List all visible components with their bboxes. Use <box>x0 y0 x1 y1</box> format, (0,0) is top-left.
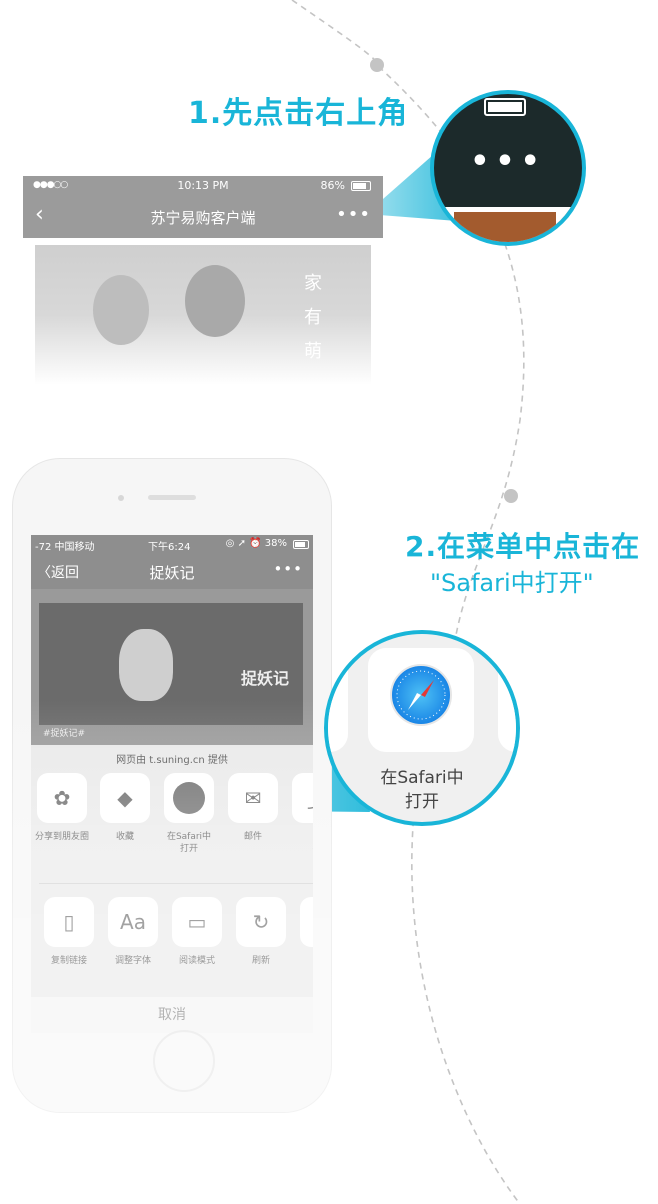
divider <box>39 883 313 884</box>
page-content: 捉妖记 #捉妖记# <box>31 589 313 745</box>
safari-compass-icon <box>173 782 205 814</box>
favorite-cube-icon: ◆ <box>117 786 133 810</box>
document-icon: ▯ <box>63 910 75 934</box>
photo-figure <box>185 265 245 337</box>
step2-subtitle: "Safari中打开" <box>430 569 594 597</box>
phone-mockup: -72 中国移动 下午6:24 ◎ ➚ ⏰ 38% 〈返回 捉妖记 ••• 捉妖… <box>12 458 332 1113</box>
adjacent-tile <box>498 648 516 752</box>
poster-logo: 捉妖记 <box>240 669 289 688</box>
action-mail[interactable]: ✉ 邮件 <box>223 773 283 843</box>
action-share-more[interactable]: ⤴ 分 手 <box>287 773 313 855</box>
step2-title: 2.在菜单中点击在 <box>405 530 641 563</box>
step1-title: 1.先点击右上角 <box>188 96 409 131</box>
action-share-moments[interactable]: ✿ 分享到朋友圈 <box>32 773 92 843</box>
battery-percent: 86% <box>320 179 345 192</box>
nav-bar: 〈返回 捉妖记 ••• <box>31 553 313 589</box>
zoom-image-edge <box>454 212 556 242</box>
path-node <box>370 58 384 72</box>
book-icon: ▭ <box>187 910 207 934</box>
status-icons: ◎ ➚ ⏰ 38% <box>225 538 287 549</box>
phone-screen: -72 中国移动 下午6:24 ◎ ➚ ⏰ 38% 〈返回 捉妖记 ••• 捉妖… <box>31 535 313 1033</box>
nav-title: 捉妖记 <box>149 564 195 582</box>
share-icon: ⤴ <box>307 784 313 813</box>
more-button[interactable]: ••• <box>434 144 582 179</box>
battery-icon <box>293 540 309 549</box>
zoom-circle-safari: 在Safari中 打开 <box>324 630 520 826</box>
moments-icon: ✿ <box>53 786 71 810</box>
path-node <box>504 489 518 503</box>
more-button[interactable]: ••• <box>336 204 371 225</box>
cancel-button[interactable]: 取消 <box>31 997 313 1033</box>
safari-compass-icon <box>390 664 452 726</box>
action-more-tools[interactable]: ⁄ <box>295 897 313 947</box>
provider-label: 网页由 t.suning.cn 提供 <box>116 755 228 766</box>
action-font-size[interactable]: Aa 调整字体 <box>103 897 163 967</box>
hashtag: #捉妖记# <box>43 729 86 739</box>
banner-photo: 家 有 萌 <box>35 245 371 385</box>
photo-vertical-text: 家 有 萌 <box>304 273 322 362</box>
status-bar: ●●●○○ 10:13 PM 86% <box>23 176 383 194</box>
action-favorite[interactable]: ◆ 收藏 <box>95 773 155 843</box>
action-copy-link[interactable]: ▯ 复制链接 <box>39 897 99 967</box>
camera-dot <box>118 495 124 501</box>
zoom-circle-more: ••• <box>430 90 586 246</box>
battery-icon <box>351 181 371 191</box>
battery-icon <box>484 98 526 116</box>
nav-bar: ‹ 苏宁易购客户端 ••• <box>23 196 383 238</box>
movie-poster: 捉妖记 <box>39 603 303 725</box>
action-reader-mode[interactable]: ▭ 阅读模式 <box>167 897 227 967</box>
home-button[interactable] <box>153 1030 215 1092</box>
more-button[interactable]: ••• <box>273 560 303 578</box>
adjacent-tile <box>328 648 348 752</box>
safari-label: 在Safari中 打开 <box>380 768 464 812</box>
nav-title: 苏宁易购客户端 <box>150 209 256 227</box>
top-screenshot: ●●●○○ 10:13 PM 86% ‹ 苏宁易购客户端 ••• <box>23 176 383 238</box>
status-bar: -72 中国移动 下午6:24 ◎ ➚ ⏰ 38% <box>31 535 313 553</box>
photo-figure <box>93 275 149 345</box>
font-icon: Aa <box>120 910 146 934</box>
action-open-in-safari[interactable]: 在Safari中 打开 <box>159 773 219 855</box>
carrier-label: -72 中国移动 <box>35 542 95 553</box>
mail-icon: ✉ <box>244 786 262 810</box>
action-refresh[interactable]: ↻ 刷新 <box>231 897 291 967</box>
status-time: 下午6:24 <box>148 542 191 553</box>
speaker-slot <box>148 495 196 500</box>
poster-figure <box>119 629 173 701</box>
action-sheet: 网页由 t.suning.cn 提供 ✿ 分享到朋友圈 ◆ 收藏 在Safari… <box>31 745 313 1033</box>
refresh-icon: ↻ <box>252 910 270 934</box>
